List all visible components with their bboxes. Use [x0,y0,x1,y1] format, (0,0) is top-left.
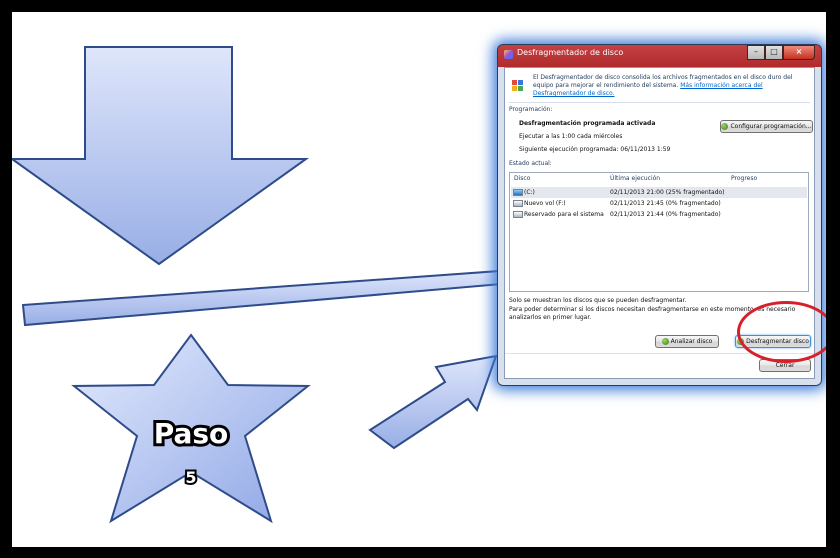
intro-description: El Desfragmentador de disco consolida lo… [533,74,793,98]
disk-drive-icon [513,211,523,218]
system-disk-icon [513,189,523,196]
schedule-time: Ejecutar a las 1:00 cada miércoles [519,133,623,140]
disk-name: Reservado para el sistema [524,211,604,218]
defrag-app-icon [512,80,523,91]
disk-name: (C:) [524,189,535,196]
disk-last-run: 02/11/2013 21:44 (0% fragmentado) [610,211,721,218]
app-icon [504,50,513,59]
schedule-status: Desfragmentación programada activada [519,120,656,127]
highlight-circle [737,301,826,363]
diagonal-bar-shape [21,269,504,327]
disk-row[interactable]: Nuevo vol (F:) 02/11/2013 21:45 (0% frag… [511,198,807,209]
schedule-next-run: Siguiente ejecución programada: 06/11/20… [519,146,671,153]
divider [509,102,810,103]
column-header-disk[interactable]: Disco [514,175,530,182]
analyze-disk-label: Analizar disco [670,338,713,345]
maximize-button[interactable]: □ [765,45,783,60]
star-step-number: 5 [185,468,196,487]
star-step-label: Paso [154,417,229,450]
close-window-button[interactable]: × [783,45,815,60]
schedule-heading: Programación: [509,106,553,113]
column-header-last-run[interactable]: Última ejecución [610,175,660,182]
shield-icon [721,123,729,130]
current-status-heading: Estado actual: [509,160,552,167]
defraggable-note: Solo se muestran los discos que se puede… [509,297,687,304]
disk-last-run: 02/11/2013 21:00 (25% fragmentado) [610,189,725,196]
down-arrow-shape [12,46,310,266]
minimize-button[interactable]: – [747,45,765,60]
slide-canvas: Paso 5 Desfragmentador de disco – □ × El… [12,12,826,547]
disk-row[interactable]: (C:) 02/11/2013 21:00 (25% fragmentado) [511,187,807,198]
window-controls: – □ × [747,45,815,60]
disk-list: Disco Última ejecución Progreso (C:) 02/… [509,172,809,292]
disk-row[interactable]: Reservado para el sistema 02/11/2013 21:… [511,209,807,220]
column-header-progress[interactable]: Progreso [731,175,757,182]
disk-last-run: 02/11/2013 21:45 (0% fragmentado) [610,200,721,207]
disk-name: Nuevo vol (F:) [524,200,566,207]
window-titlebar[interactable]: Desfragmentador de disco – □ × [498,45,821,65]
disk-drive-icon [513,200,523,207]
configure-schedule-label: Configurar programación... [730,123,812,130]
configure-schedule-button[interactable]: Configurar programación... [720,120,813,133]
shield-icon [661,338,669,345]
diagonal-arrow-shape [368,354,498,450]
analyze-disk-button[interactable]: Analizar disco [655,335,719,348]
window-title: Desfragmentador de disco [517,48,624,57]
